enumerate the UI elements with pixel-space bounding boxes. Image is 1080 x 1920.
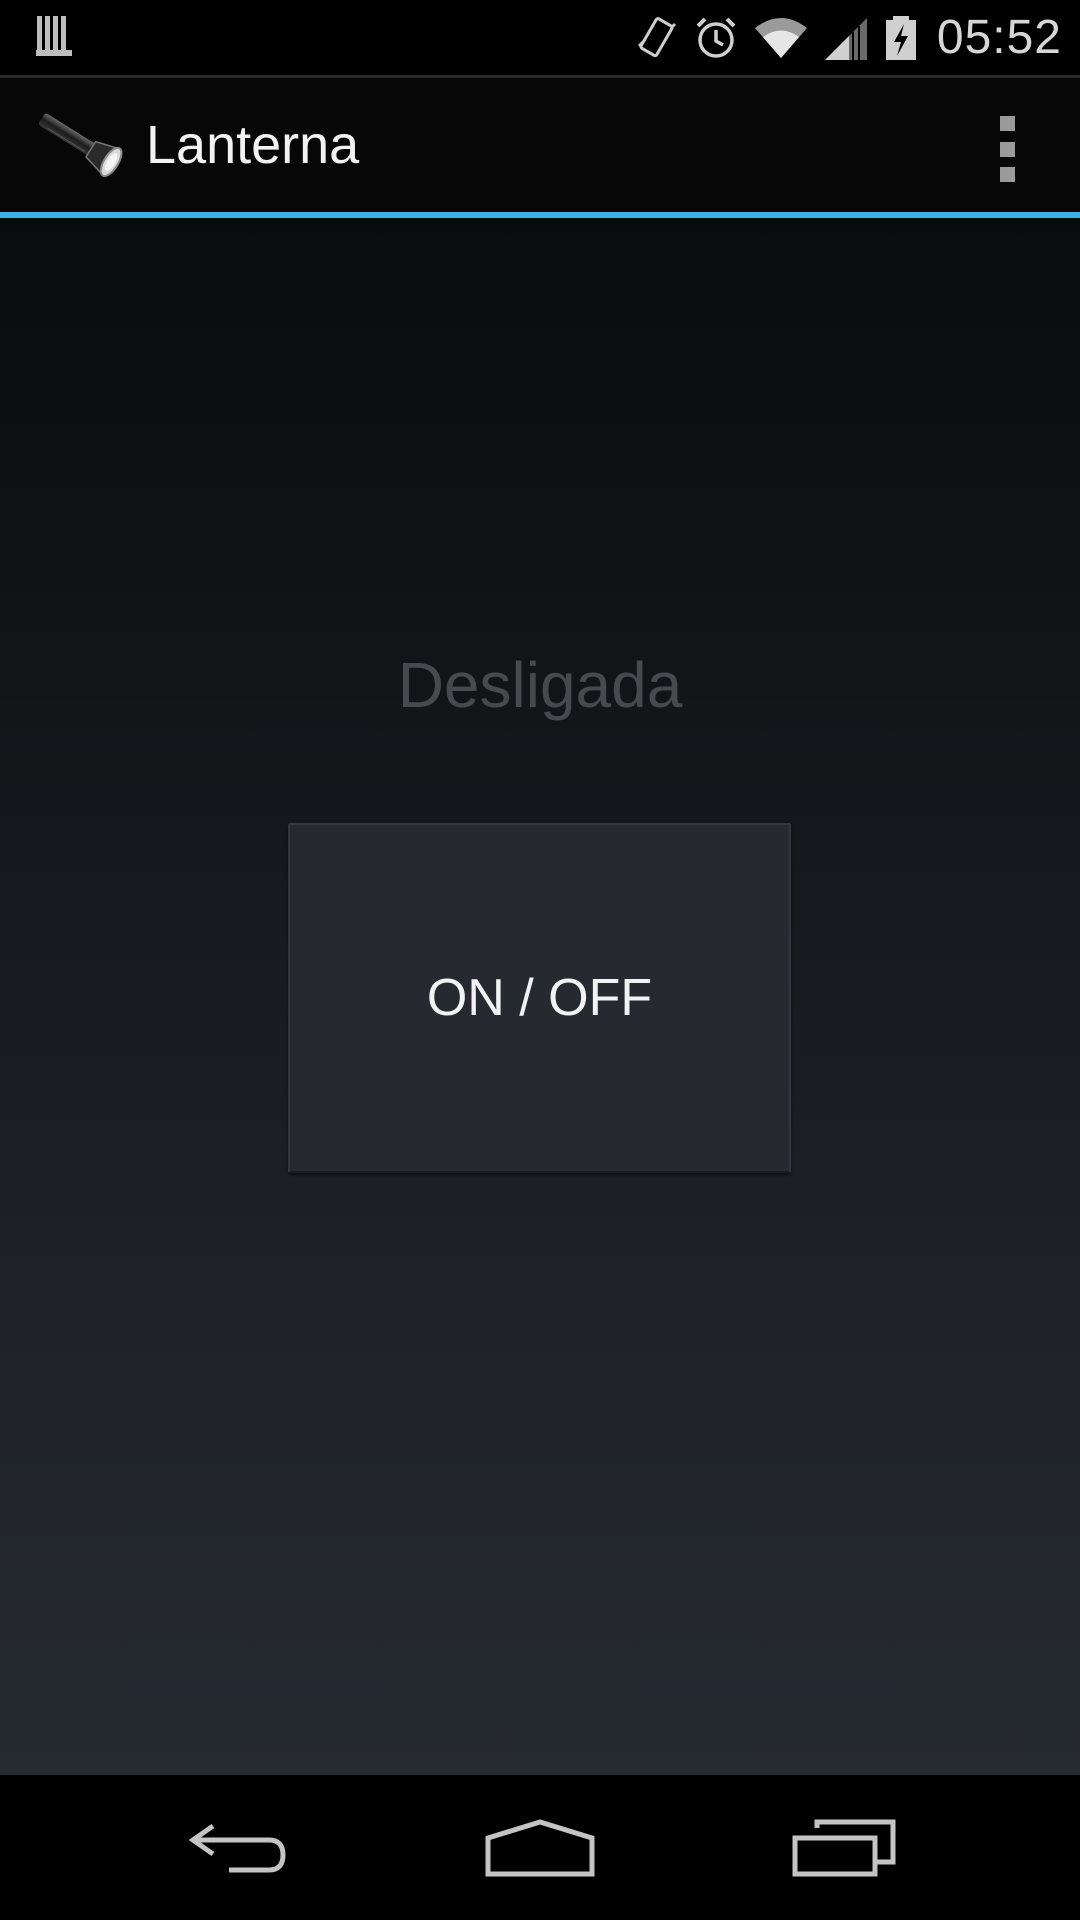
status-icons: 05:52 bbox=[633, 0, 1062, 75]
back-button[interactable] bbox=[138, 1775, 338, 1920]
battery-charging-icon bbox=[885, 15, 916, 60]
flashlight-icon bbox=[39, 113, 123, 178]
overflow-dot bbox=[999, 116, 1015, 131]
overflow-dot bbox=[999, 141, 1015, 157]
status-bar: 05:52 bbox=[0, 0, 1080, 75]
home-button[interactable] bbox=[440, 1775, 640, 1920]
app-title: Lanterna bbox=[146, 115, 360, 175]
back-icon bbox=[188, 1823, 286, 1872]
recents-icon bbox=[792, 1819, 896, 1876]
notification-bars-icon bbox=[36, 16, 72, 56]
main-content: Desligada ON / OFF bbox=[0, 218, 1080, 1775]
overflow-menu-icon[interactable] bbox=[972, 116, 1042, 182]
vibrate-icon bbox=[637, 16, 676, 57]
action-bar: Lanterna bbox=[0, 78, 1080, 213]
wifi-icon bbox=[754, 17, 807, 58]
cell-signal-icon bbox=[824, 17, 867, 60]
alarm-icon bbox=[696, 17, 736, 58]
flashlight-state-label: Desligada bbox=[397, 649, 683, 721]
overflow-dot bbox=[999, 167, 1015, 182]
on-off-button[interactable]: ON / OFF bbox=[288, 823, 791, 1173]
screen: 05:52 Lanterna Desligada ON / OFF bbox=[0, 0, 1080, 1920]
status-time: 05:52 bbox=[936, 11, 1062, 64]
home-icon bbox=[485, 1818, 595, 1876]
navigation-bar bbox=[0, 1775, 1080, 1920]
recents-button[interactable] bbox=[744, 1775, 944, 1920]
